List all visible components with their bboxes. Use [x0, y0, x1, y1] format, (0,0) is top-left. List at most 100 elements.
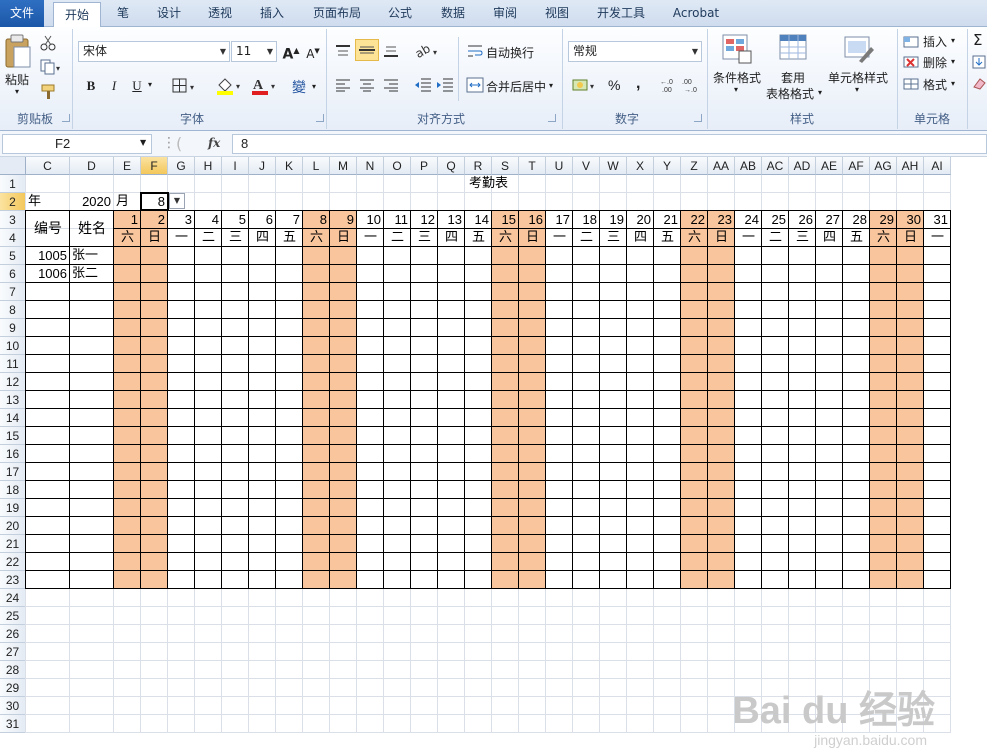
column-header-c[interactable]: C	[26, 157, 70, 175]
day-number-cell[interactable]: 9	[330, 211, 357, 229]
weekday-cell[interactable]: 五	[843, 229, 870, 247]
weekday-cell[interactable]: 三	[222, 229, 249, 247]
chevron-down-icon[interactable]: ▾	[312, 82, 316, 91]
chevron-down-icon[interactable]: ▾	[855, 85, 859, 94]
day-number-cell[interactable]: 4	[195, 211, 222, 229]
align-right-icon[interactable]	[383, 78, 399, 92]
day-number-cell[interactable]: 22	[681, 211, 708, 229]
decrease-indent-icon[interactable]	[414, 77, 432, 93]
autosum-button[interactable]: Σ	[973, 31, 982, 49]
weekday-cell[interactable]: 日	[141, 229, 168, 247]
increase-indent-icon[interactable]	[436, 77, 454, 93]
align-left-icon[interactable]	[335, 78, 351, 92]
weekday-cell[interactable]: 一	[168, 229, 195, 247]
column-header-ae[interactable]: AE	[816, 157, 843, 175]
formula-bar-resize-icon[interactable]: (	[176, 134, 182, 153]
column-header-ag[interactable]: AG	[870, 157, 897, 175]
employee-name-cell[interactable]: 张一	[72, 247, 116, 265]
weekday-cell[interactable]: 六	[870, 229, 897, 247]
weekday-cell[interactable]: 四	[249, 229, 276, 247]
day-number-cell[interactable]: 2	[141, 211, 168, 229]
day-number-cell[interactable]: 25	[762, 211, 789, 229]
tab-developer[interactable]: 开发工具	[588, 0, 654, 27]
decrease-decimal-icon[interactable]: .00→.0	[682, 77, 702, 93]
weekday-cell[interactable]: 四	[438, 229, 465, 247]
format-cells-icon[interactable]	[903, 77, 921, 91]
employee-id-cell[interactable]: 1005	[26, 247, 70, 265]
weekday-cell[interactable]: 六	[114, 229, 141, 247]
tab-acrobat[interactable]: Acrobat	[664, 0, 728, 27]
row-header-20[interactable]: 20	[0, 517, 26, 535]
clear-icon[interactable]	[972, 77, 986, 91]
day-number-cell[interactable]: 7	[276, 211, 303, 229]
paste-icon[interactable]	[4, 33, 32, 69]
copy-icon[interactable]: ▾	[40, 59, 62, 75]
day-number-cell[interactable]: 16	[519, 211, 546, 229]
tab-pen[interactable]: 笔	[108, 0, 138, 27]
row-header-5[interactable]: 5	[0, 247, 26, 265]
number-format-combo[interactable]: 常规 ▼	[568, 41, 702, 62]
chevron-down-icon[interactable]: ▼	[267, 42, 273, 61]
orientation-icon[interactable]: ab ▾	[413, 41, 441, 61]
day-number-cell[interactable]: 27	[816, 211, 843, 229]
row-header-10[interactable]: 10	[0, 337, 26, 355]
underline-button[interactable]: U	[126, 75, 148, 97]
sheet-title[interactable]: 考勤表	[26, 175, 951, 193]
worksheet-grid[interactable]: C D E F G H I J K L M N O P Q R S T U V W X Y Z AA AB AC AD AE AF AG AH…	[0, 157, 987, 752]
weekday-cell[interactable]: 日	[330, 229, 357, 247]
day-number-cell[interactable]: 19	[600, 211, 627, 229]
weekday-cell[interactable]: 一	[357, 229, 384, 247]
weekday-cell[interactable]: 日	[897, 229, 924, 247]
row-header-6[interactable]: 6	[0, 265, 26, 283]
day-number-cell[interactable]: 24	[735, 211, 762, 229]
cut-icon[interactable]	[40, 35, 56, 51]
tab-pivot[interactable]: 透视	[198, 0, 242, 27]
column-header-m[interactable]: M	[330, 157, 357, 175]
tab-home[interactable]: 开始	[53, 2, 101, 28]
day-number-cell[interactable]: 6	[249, 211, 276, 229]
row-header-25[interactable]: 25	[0, 607, 26, 625]
column-header-s[interactable]: S	[492, 157, 519, 175]
name-box-chevron-down-icon[interactable]: ▼	[140, 138, 146, 147]
align-center-icon[interactable]	[359, 78, 375, 92]
day-number-cell[interactable]: 14	[465, 211, 492, 229]
row-header-15[interactable]: 15	[0, 427, 26, 445]
column-header-q[interactable]: Q	[438, 157, 465, 175]
weekday-cell[interactable]: 六	[681, 229, 708, 247]
day-number-cell[interactable]: 29	[870, 211, 897, 229]
day-number-cell[interactable]: 10	[357, 211, 384, 229]
format-as-table-button[interactable]: 表格格式	[766, 85, 814, 102]
insert-cells-icon[interactable]	[903, 35, 921, 49]
weekday-cell[interactable]: 三	[789, 229, 816, 247]
row-header-16[interactable]: 16	[0, 445, 26, 463]
italic-button[interactable]: I	[103, 75, 125, 97]
chevron-down-icon[interactable]: ▾	[951, 79, 955, 88]
chevron-down-icon[interactable]: ▾	[951, 36, 955, 45]
tab-file[interactable]: 文件	[0, 0, 44, 27]
wrap-text-button[interactable]: 自动换行	[486, 44, 534, 61]
day-number-cell[interactable]: 5	[222, 211, 249, 229]
tab-insert[interactable]: 插入	[250, 0, 294, 27]
chevron-down-icon[interactable]: ▾	[951, 57, 955, 66]
chevron-down-icon[interactable]: ▼	[692, 42, 698, 61]
weekday-cell[interactable]: 五	[654, 229, 681, 247]
align-middle-button[interactable]	[355, 39, 379, 61]
column-header-ab[interactable]: AB	[735, 157, 762, 175]
conditional-format-icon[interactable]	[721, 33, 753, 65]
day-number-cell[interactable]: 13	[438, 211, 465, 229]
fill-down-icon[interactable]	[972, 55, 986, 69]
chevron-down-icon[interactable]: ▼	[220, 42, 226, 61]
name-header[interactable]: 姓名	[70, 211, 114, 247]
paste-button[interactable]: 粘贴	[5, 71, 29, 88]
formula-input[interactable]: 8	[232, 134, 987, 154]
day-number-cell[interactable]: 30	[897, 211, 924, 229]
chevron-down-icon[interactable]: ▾	[818, 88, 822, 97]
column-header-i[interactable]: I	[222, 157, 249, 175]
id-header[interactable]: 编号	[26, 211, 70, 247]
font-color-icon[interactable]: A ▾	[250, 76, 280, 96]
name-box[interactable]: F2	[2, 134, 152, 154]
tab-view[interactable]: 视图	[535, 0, 579, 27]
day-number-cell[interactable]: 31	[924, 211, 951, 229]
column-header-aa[interactable]: AA	[708, 157, 735, 175]
clipboard-launcher-icon[interactable]	[62, 114, 70, 122]
